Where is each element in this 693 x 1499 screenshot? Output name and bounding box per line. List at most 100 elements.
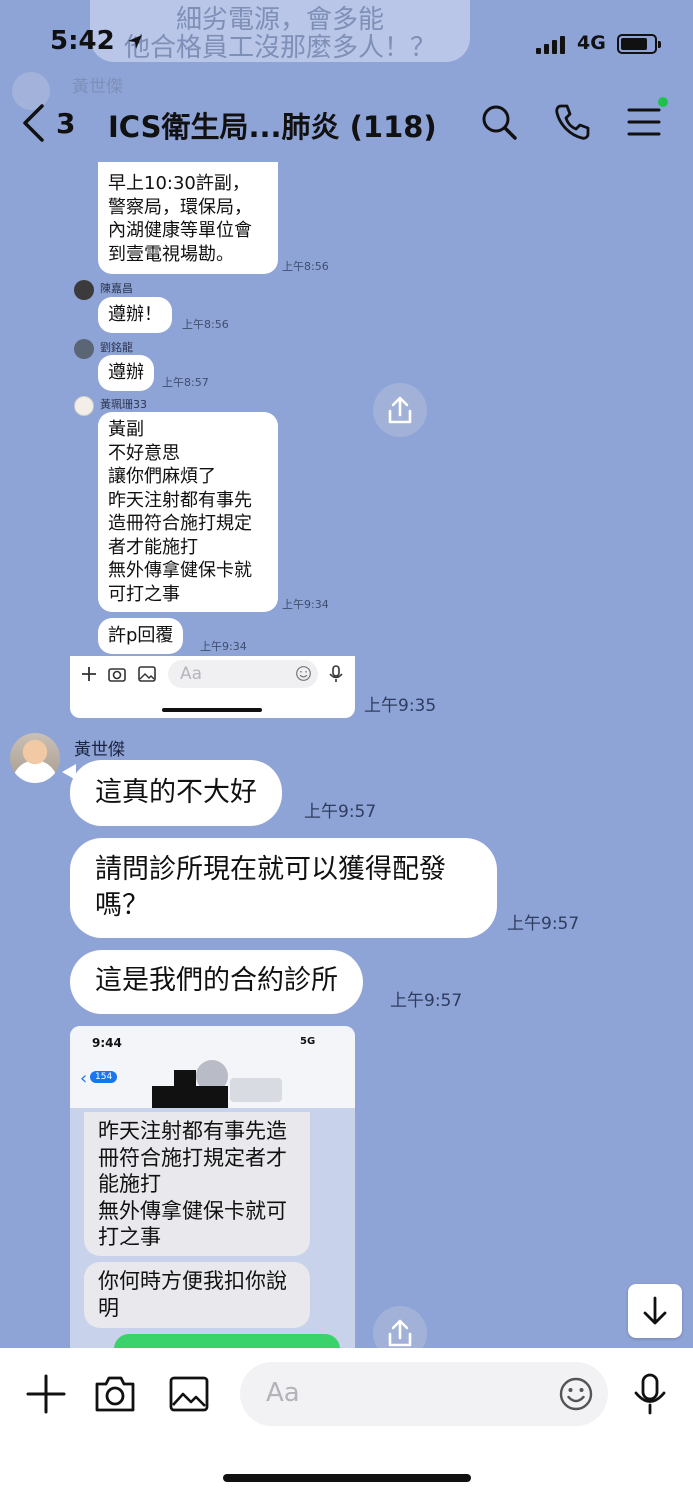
message-bubble: 昨天注射都有事先造 冊符合施打規定者才 能施打 無外傳拿健保卡就可 打之事 — [84, 1112, 310, 1256]
message-bubble: 許p回覆 — [98, 618, 184, 654]
message-time: 上午9:57 — [390, 991, 463, 1011]
message-bubble: 你何時方便我扣你說 明 — [84, 1262, 310, 1328]
message-line: 到壹電視場勘。 — [108, 243, 234, 265]
status-time-text: 5:42 — [50, 26, 115, 56]
phone-icon[interactable] — [552, 102, 592, 142]
embedded-chat-screenshot[interactable]: 早上10:30許副， 警察局，環保局， 內湖健康等單位會 到壹電視場勘。 上午8… — [70, 162, 355, 718]
message-line: 不好意思 — [108, 442, 180, 464]
redaction-bar — [174, 1070, 196, 1090]
message-bubble: 遵辦 — [98, 355, 154, 391]
message-time: 上午8:56 — [282, 260, 329, 273]
sender-name: 劉銘龍 — [100, 341, 133, 354]
message-time: 上午9:57 — [304, 802, 377, 822]
message-line: 打之事 — [98, 1225, 161, 1249]
message-bubble: 黃副 不好意思 讓你們麻煩了 昨天注射都有事先 造冊符合施打規定 者才能施打 無… — [98, 412, 278, 612]
embedded-image-screenshot[interactable]: 9:44 5G ‹ 154 昨天注射都有事先造 冊符合施打規定者才 能施打 無外… — [70, 1026, 355, 1348]
chevron-left-icon: ‹ — [80, 1068, 88, 1089]
message-bubble[interactable]: 請問診所現在就可以獲得配發 嗎？ — [70, 838, 497, 938]
background-message-line: 細劣電源，會多能 — [175, 5, 384, 35]
emoji-icon — [296, 666, 311, 681]
location-arrow-icon — [127, 34, 142, 49]
microphone-icon — [329, 665, 343, 682]
message-bubble: 遵辦！ — [98, 297, 172, 333]
message-line: 黃副 — [108, 419, 144, 440]
message-line: 早上10:30許副， — [108, 173, 250, 194]
message-line: 請問診所現在就可以獲得配發 — [95, 854, 446, 885]
background-sender: 黃世傑 — [72, 77, 123, 97]
arrow-down-icon — [643, 1296, 667, 1325]
blurred-area — [230, 1078, 282, 1102]
back-button[interactable]: 3 — [20, 100, 90, 146]
network-label: 4G — [577, 32, 606, 54]
sender-name: 黃珮珊33 — [100, 398, 147, 411]
message-line: 冊符合施打規定者才 — [98, 1145, 287, 1170]
chat-title: ICS衛生局...肺炎 (118) — [108, 110, 437, 144]
share-icon — [388, 396, 412, 424]
battery-icon — [617, 34, 661, 54]
message-line: 昨天注射都有事先造 — [98, 1119, 287, 1143]
message-line: 造冊符合施打規定 — [108, 513, 252, 534]
home-indicator — [223, 1474, 471, 1482]
emoji-icon[interactable] — [558, 1376, 594, 1412]
message-line: 能施打 — [98, 1172, 161, 1196]
message-time: 上午9:57 — [507, 914, 580, 934]
menu-icon[interactable] — [624, 102, 664, 142]
message-input-bar: Aa — [0, 1348, 693, 1499]
message-line: 警察局，環保局， — [108, 196, 252, 218]
embedded-status-bar: 9:44 5G ‹ 154 — [70, 1026, 355, 1108]
message-bubble[interactable]: 這是我們的合約診所 — [70, 950, 363, 1014]
camera-icon — [108, 668, 126, 682]
message-time: 上午9:34 — [282, 598, 329, 611]
background-message: 細劣電源，會多能 他合格員工沒那麼多人！？ — [90, 0, 470, 62]
embedded-input-bar: Aa — [70, 656, 355, 718]
message-time: 上午8:57 — [162, 376, 209, 389]
search-icon[interactable] — [479, 102, 519, 142]
image-icon[interactable] — [167, 1372, 211, 1416]
embedded-time: 9:44 — [92, 1036, 122, 1050]
message-line: 可打之事 — [108, 583, 180, 605]
embedded-network: 5G — [300, 1036, 316, 1047]
chat-header: 黃世傑 3 ICS衛生局...肺炎 (118) — [0, 72, 693, 160]
message-bubble[interactable]: 這真的不大好 — [70, 760, 282, 826]
embedded-message-field: Aa — [168, 660, 318, 688]
plus-icon[interactable] — [24, 1372, 68, 1416]
message-time: 上午8:56 — [182, 318, 229, 331]
signal-icon — [536, 36, 566, 54]
camera-icon[interactable] — [93, 1372, 137, 1416]
background-message-line: 他合格員工沒那麼多人！？ — [123, 33, 436, 62]
microphone-icon[interactable] — [628, 1372, 672, 1416]
share-icon — [388, 1319, 412, 1347]
avatar — [74, 339, 94, 359]
avatar — [74, 396, 94, 416]
message-line: 無外傳拿健保卡就 — [108, 560, 252, 581]
placeholder-text: Aa — [180, 664, 203, 684]
message-input[interactable]: Aa — [240, 1362, 608, 1426]
message-line: 讓你們麻煩了 — [108, 466, 216, 487]
avatar — [74, 280, 94, 300]
sender-name: 黃世傑 — [74, 740, 125, 760]
sent-message-bubble — [114, 1334, 340, 1348]
message-line: 明 — [98, 1295, 119, 1320]
scroll-to-bottom-button[interactable] — [628, 1284, 682, 1338]
message-line: 嗎？ — [95, 890, 149, 921]
message-bubble: 早上10:30許副， 警察局，環保局， 內湖健康等單位會 到壹電視場勘。 — [98, 162, 278, 274]
message-line: 內湖健康等單位會 — [108, 220, 252, 241]
message-line: 無外傳拿健保卡就可 — [98, 1198, 287, 1223]
unread-badge: 154 — [90, 1071, 118, 1083]
message-line: 昨天注射都有事先 — [108, 489, 252, 511]
plus-icon — [82, 667, 96, 681]
unread-count: 3 — [56, 106, 76, 140]
online-indicator — [658, 97, 668, 107]
share-button[interactable] — [373, 383, 427, 437]
home-indicator — [162, 708, 262, 712]
message-time: 上午9:35 — [364, 696, 437, 716]
message-line: 你何時方便我扣你說 — [98, 1269, 287, 1293]
image-icon — [138, 666, 156, 682]
chevron-left-icon — [23, 104, 44, 142]
sender-name: 陳嘉昌 — [100, 282, 133, 295]
status-time: 5:42 — [50, 26, 144, 56]
avatar[interactable] — [10, 733, 60, 783]
message-line: 者才能施打 — [108, 536, 198, 558]
input-placeholder: Aa — [266, 1378, 300, 1408]
message-time: 上午9:34 — [200, 640, 247, 653]
